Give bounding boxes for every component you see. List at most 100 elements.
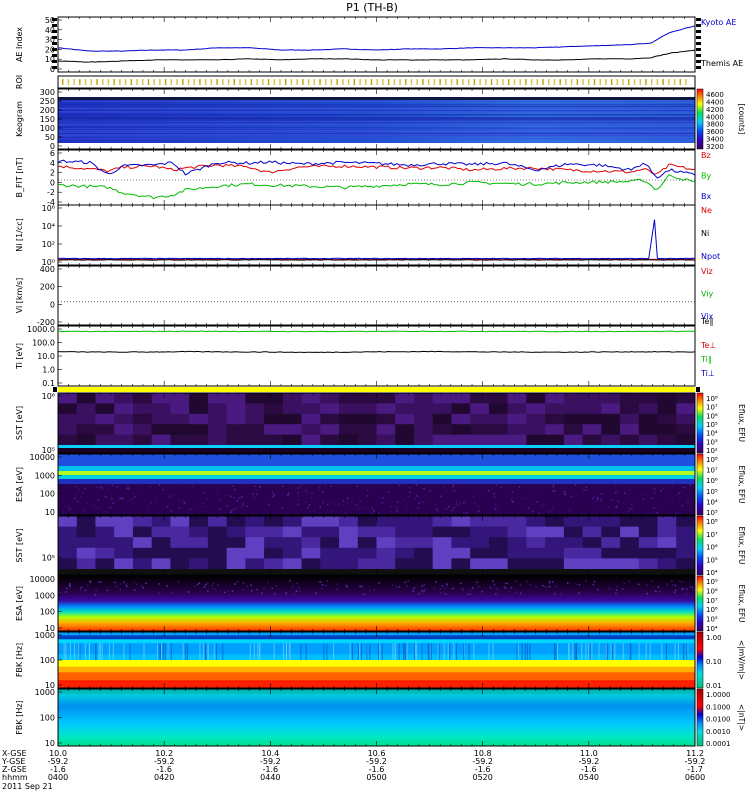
spectrogram-speckle	[560, 593, 563, 595]
axis-marker	[52, 24, 57, 27]
keogram-band	[58, 138, 695, 140]
spectrogram-cell	[432, 516, 452, 528]
y-axis-label: AE Index	[15, 27, 24, 62]
spectrogram-speckle	[515, 580, 518, 583]
spectrogram-streak	[99, 643, 101, 660]
roi-mark	[639, 79, 641, 85]
spectrogram-cell	[620, 424, 640, 436]
keogram-band	[58, 130, 695, 132]
spectrogram-speckle	[527, 507, 530, 509]
spectrogram-speckle	[685, 593, 688, 595]
spectrogram-speckle	[396, 501, 399, 503]
spectrogram-cell	[301, 424, 321, 436]
spectrogram-cell	[58, 526, 78, 538]
y-tick-label: 6	[50, 149, 55, 158]
spectrogram-speckle	[621, 484, 623, 486]
spectrogram-speckle	[463, 511, 465, 514]
spectrogram-streak	[517, 643, 519, 660]
spectrogram-cell	[488, 434, 509, 446]
spectrogram-cell	[507, 547, 527, 559]
spectrogram-cell	[638, 434, 659, 446]
spectrogram-speckle	[444, 593, 447, 595]
spectrogram-speckle	[654, 492, 657, 494]
keogram-band	[58, 122, 695, 124]
spectrogram-cell	[432, 403, 452, 415]
spectrogram-band	[58, 466, 695, 471]
spectrogram-speckle	[86, 584, 89, 587]
spectrogram-speckle	[554, 585, 557, 588]
spectrogram-cell	[264, 547, 284, 559]
x-tick-label: 0500	[366, 773, 386, 782]
colorbar-label: Eflux, EFU	[737, 585, 746, 623]
spectrogram-cell	[638, 547, 659, 559]
spectrogram-speckle	[496, 589, 499, 591]
spectrogram-speckle	[112, 502, 115, 505]
spectrogram-cell	[657, 434, 677, 446]
spectrogram-cell	[282, 547, 303, 559]
spectrogram-speckle	[250, 584, 252, 587]
spectrogram-cell	[151, 393, 171, 404]
spectrogram-speckle	[166, 585, 168, 587]
spectrogram-speckle	[236, 500, 239, 502]
spectrogram-cell	[582, 558, 602, 570]
spectrogram-speckle	[237, 497, 240, 499]
spectrogram-streak	[554, 643, 556, 660]
spectrogram-speckle	[268, 503, 270, 506]
spectrogram-cell	[151, 434, 171, 446]
spectrogram-cell	[657, 413, 677, 425]
spectrogram-streak	[488, 643, 490, 660]
spectrogram-speckle	[493, 496, 496, 498]
spectrogram-speckle	[628, 581, 630, 583]
spectrogram-speckle	[389, 505, 392, 508]
spectrogram-cell	[545, 537, 565, 549]
spectrogram-cell	[357, 516, 377, 528]
spectrogram-streak	[529, 643, 531, 660]
spectrogram-speckle	[383, 497, 385, 499]
spectrogram-speckle	[203, 586, 206, 588]
spectrogram-speckle	[654, 590, 657, 592]
spectrogram-speckle	[313, 509, 316, 512]
spectrogram-speckle	[395, 506, 398, 508]
spectrogram-cell	[638, 413, 659, 425]
spectrogram-speckle	[298, 590, 301, 592]
spectrogram-speckle	[608, 587, 611, 590]
spectrogram-speckle	[237, 581, 239, 583]
spectrogram-speckle	[391, 584, 394, 586]
spectrogram-cell	[395, 547, 415, 559]
spectrogram-speckle	[686, 588, 688, 591]
spectrogram-streak	[323, 643, 325, 660]
series-line	[57, 330, 696, 333]
spectrogram-speckle	[241, 496, 243, 498]
spectrogram-cell	[132, 516, 153, 528]
roi-mark	[107, 79, 110, 85]
spectrogram-cell	[189, 403, 209, 415]
spectrogram-speckle	[119, 497, 122, 499]
spectrogram-speckle	[305, 501, 307, 503]
spectrogram-cell	[601, 434, 621, 446]
spectrogram-speckle	[79, 588, 82, 591]
spectrogram-speckle	[452, 484, 455, 486]
panel-esa-2: 10000100010010ESA [eV]10⁹10⁸10⁷10⁶10⁵10⁴…	[15, 575, 746, 633]
roi-mark	[182, 79, 184, 85]
spectrogram-speckle	[691, 586, 694, 589]
spectrogram-cell	[76, 434, 96, 446]
spectrogram-cell	[470, 537, 490, 549]
spectrogram-speckle	[473, 496, 475, 498]
spectrogram-cell	[620, 403, 640, 415]
spectrogram-speckle	[312, 492, 315, 494]
spectrogram-cell	[395, 537, 415, 549]
panel-frame	[57, 265, 696, 326]
roi-mark	[336, 79, 338, 85]
colorbar	[696, 453, 704, 516]
axis-marker	[696, 48, 701, 51]
spectrogram-cell	[151, 526, 171, 538]
spectrogram-speckle	[682, 581, 684, 583]
spectrogram-cell	[488, 424, 509, 436]
spectrogram-cell	[601, 413, 621, 425]
spectrogram-speckle	[592, 497, 594, 500]
spectrogram-cell	[563, 413, 584, 425]
colorbar-tick-label: 10⁷	[706, 597, 718, 605]
roi-mark	[319, 79, 321, 85]
spectrogram-cell	[301, 537, 321, 549]
spectrogram-cell	[132, 537, 153, 549]
